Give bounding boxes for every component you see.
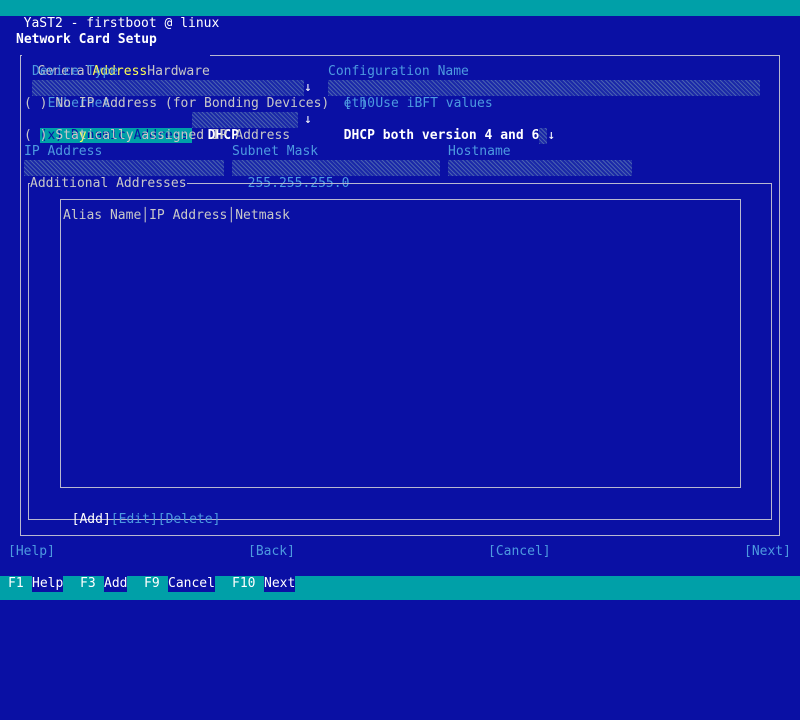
f1-key: F1 — [8, 576, 24, 592]
table-buttons: [Add][Edit][Delete] — [56, 496, 221, 528]
f10-next-label[interactable]: Next — [264, 576, 296, 592]
subnet-mask-label: Subnet Mask — [232, 144, 319, 159]
device-type-label: Device Type — [32, 64, 119, 79]
hostname-label: Hostname — [448, 144, 511, 159]
back-button[interactable]: [Back] — [248, 544, 295, 560]
f3-add-label[interactable]: Add — [104, 576, 128, 592]
ip-address-input[interactable] — [24, 160, 224, 176]
f9-key: F9 — [144, 576, 160, 592]
f1-help-label[interactable]: Help — [32, 576, 64, 592]
cancel-button-label: Cancel — [495, 544, 543, 559]
edit-button[interactable]: [Edit] — [111, 512, 158, 527]
f9-cancel-label[interactable]: Cancel — [168, 576, 215, 592]
subnet-mask-input[interactable]: 255.255.255.0 — [232, 160, 440, 191]
static-radio-marker: ( ) — [24, 128, 48, 143]
no-ip-radio[interactable]: ( ) No IP Address (for Bonding Devices) — [24, 96, 329, 112]
column-ip-address[interactable]: IP Address — [149, 208, 227, 223]
add-button-label: Add — [79, 512, 103, 527]
dhcp-version-select[interactable]: DHCP both version 4 and 6 ↓ — [328, 112, 555, 144]
dialog-title: Network Card Setup — [16, 32, 157, 47]
device-type-arrow-icon[interactable]: ↓ — [304, 80, 312, 96]
dhcp-version-value: DHCP both version 4 and 6 — [343, 128, 540, 143]
delete-button[interactable]: [Delete] — [158, 512, 221, 527]
window-title-bar: YaST2 - firstboot @ linux — [0, 0, 800, 31]
back-button-label: Back — [255, 544, 288, 559]
column-netmask[interactable]: Netmask — [235, 208, 290, 223]
delete-button-label: Delete — [165, 512, 213, 527]
cancel-button[interactable]: [Cancel] — [488, 544, 551, 560]
dhcp-version-arrow-icon: ↓ — [547, 128, 556, 143]
bottom-bar — [0, 592, 800, 600]
f3-key: F3 — [80, 576, 96, 592]
config-name-label: Configuration Name — [328, 64, 469, 79]
window-title: YaST2 - firstboot @ linux — [23, 16, 220, 31]
ibft-checkbox-label: Use iBFT values — [375, 96, 493, 111]
additional-addresses-title: Additional Addresses — [30, 176, 187, 192]
config-name-input[interactable]: eth0 — [328, 80, 760, 111]
tab-hardware[interactable]: Hardware — [147, 64, 210, 79]
static-radio-label: Statically assigned IP Address — [55, 128, 291, 143]
next-button[interactable]: [Next] — [744, 544, 791, 560]
column-alias-name[interactable]: Alias Name — [63, 208, 141, 223]
dhcp-mode-arrow-icon[interactable]: ↓ — [304, 112, 312, 128]
table-header: Alias Name│IP Address│Netmask — [63, 208, 291, 223]
add-button[interactable]: [Add] — [72, 512, 111, 527]
no-ip-radio-label: No IP Address (for Bonding Devices) — [55, 96, 330, 111]
function-key-bar: F1 Help F3 Add F9 Cancel F10 Next — [0, 576, 800, 592]
ibft-checkbox[interactable]: [ ] Use iBFT values — [344, 96, 493, 112]
edit-button-label: Edit — [118, 512, 150, 527]
next-button-label: Next — [751, 544, 784, 559]
help-button-label: Help — [15, 544, 48, 559]
static-ip-radio[interactable]: ( ) Statically assigned IP Address — [24, 128, 290, 144]
help-button[interactable]: [Help] — [8, 544, 55, 560]
addresses-table[interactable] — [60, 199, 741, 488]
dhcp-mode-select[interactable]: DHCP — [192, 112, 298, 143]
ibft-checkbox-marker: [ ] — [344, 96, 368, 111]
device-type-select[interactable]: Ethernet — [32, 80, 304, 111]
f10-key: F10 — [232, 576, 256, 592]
no-ip-radio-marker: ( ) — [24, 96, 48, 111]
ip-address-label: IP Address — [24, 144, 103, 159]
hostname-input[interactable] — [448, 160, 632, 176]
